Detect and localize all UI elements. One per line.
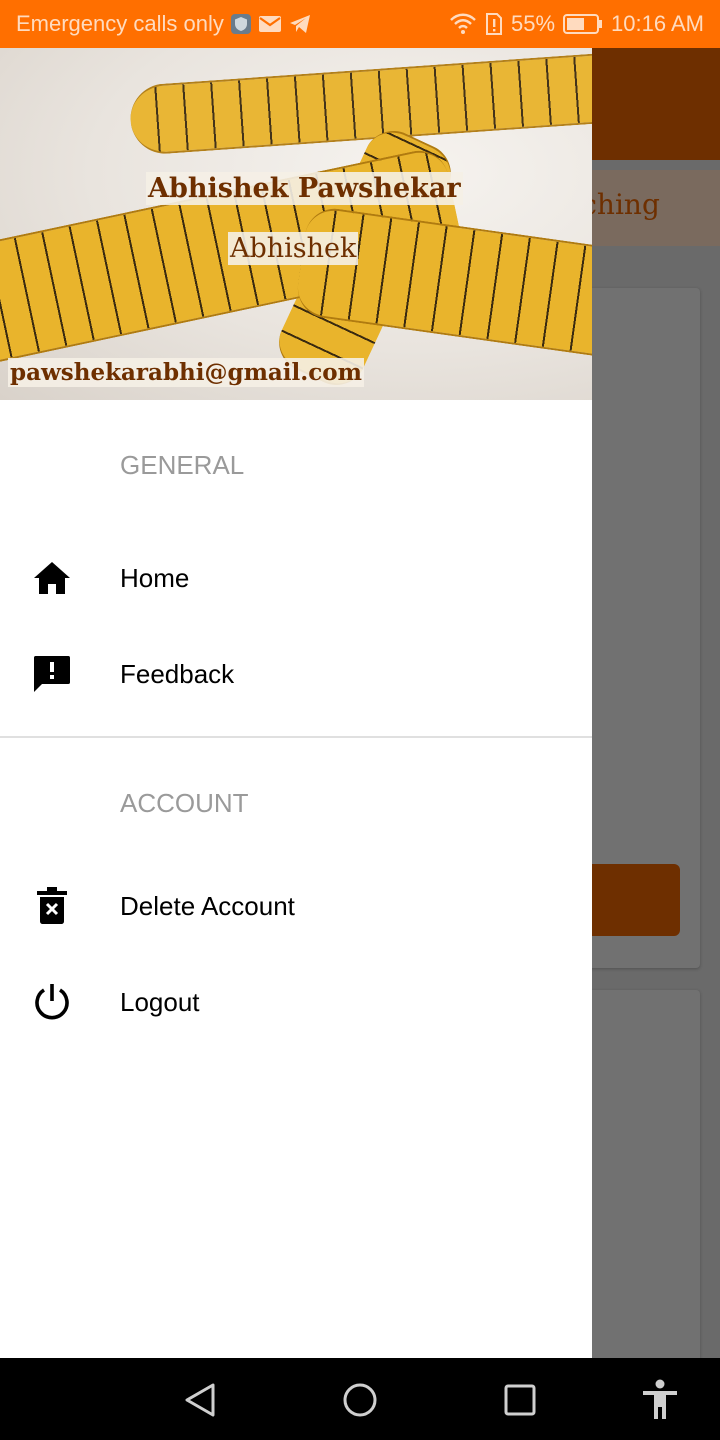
profile-name: Abhishek Pawshekar <box>146 172 463 205</box>
clock: 10:16 AM <box>611 11 704 36</box>
profile-email: pawshekarabhi@gmail.com <box>8 358 364 387</box>
power-icon <box>0 982 120 1022</box>
section-title-account: ACCOUNT <box>120 788 249 818</box>
sim-alert-icon <box>485 12 503 36</box>
battery-percent: 55% <box>511 11 556 36</box>
home-icon <box>0 560 120 596</box>
menu-label-logout: Logout <box>120 986 200 1017</box>
recents-icon[interactable] <box>496 1376 544 1424</box>
menu-item-delete-account[interactable]: Delete Account <box>0 858 592 954</box>
system-nav-bar <box>0 1358 720 1440</box>
navigation-drawer: Abhishek Pawshekar Abhishek pawshekarabh… <box>0 48 592 1358</box>
menu-label-home: Home <box>120 562 190 593</box>
profile-username: Abhishek <box>228 232 359 265</box>
carrier-text: Emergency calls only <box>16 11 224 36</box>
menu-item-home[interactable]: Home <box>0 530 592 626</box>
battery-icon <box>563 13 603 35</box>
delete-icon <box>0 887 120 925</box>
section-title-general: GENERAL <box>120 450 245 480</box>
feedback-icon <box>0 654 120 694</box>
telegram-icon <box>288 13 312 35</box>
menu-label-delete-account: Delete Account <box>120 890 295 921</box>
menu-item-feedback[interactable]: Feedback <box>0 626 592 722</box>
wifi-icon <box>449 13 477 35</box>
menu-item-logout[interactable]: Logout <box>0 954 592 1050</box>
home-circle-icon[interactable] <box>336 1376 384 1424</box>
menu-label-feedback: Feedback <box>120 658 235 689</box>
mail-icon <box>258 14 282 34</box>
shield-app-icon <box>230 13 252 35</box>
back-icon[interactable] <box>176 1376 224 1424</box>
accessibility-icon[interactable] <box>636 1376 684 1424</box>
status-bar: Emergency calls only 55% 10:16 AM <box>0 0 720 48</box>
drawer-header: Abhishek Pawshekar Abhishek pawshekarabh… <box>0 48 592 400</box>
